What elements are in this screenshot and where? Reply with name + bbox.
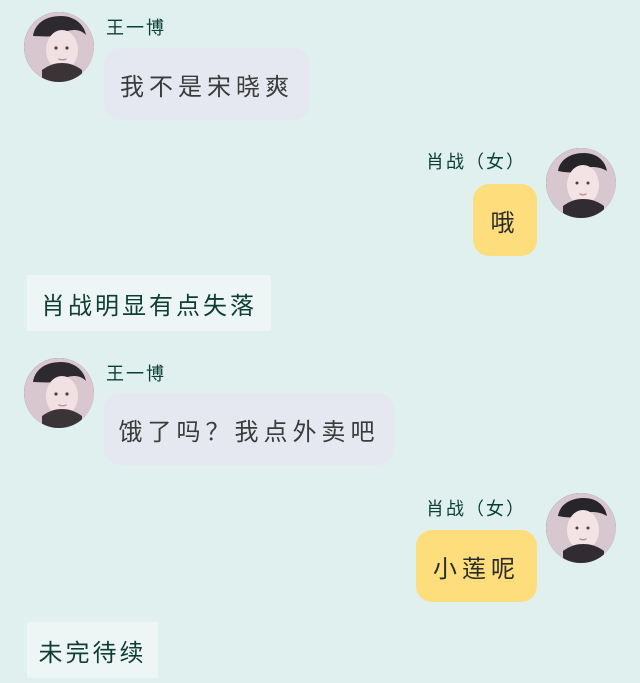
portrait-icon [546,148,616,218]
message-row: 王一博 我不是宋晓爽 [0,0,640,140]
message-row: 肖战（女） 哦 [0,140,640,265]
avatar[interactable] [546,493,616,563]
message-bubble[interactable]: 小莲呢 [416,530,537,602]
portrait-icon [546,493,616,563]
message-bubble[interactable]: 饿了吗？我点外卖吧 [104,393,394,465]
narration-card: 未完待续 [27,622,158,678]
message-bubble[interactable]: 我不是宋晓爽 [104,48,310,120]
portrait-icon [24,358,94,428]
narration-card: 肖战明显有点失落 [27,275,271,331]
sender-name: 王一博 [106,364,166,385]
avatar[interactable] [24,12,94,82]
sender-name: 王一博 [106,18,166,39]
sender-name: 肖战（女） [426,499,526,520]
message-bubble[interactable]: 哦 [473,184,537,256]
avatar[interactable] [24,358,94,428]
message-row: 王一博 饿了吗？我点外卖吧 [0,350,640,475]
message-row: 肖战（女） 小莲呢 [0,485,640,610]
avatar[interactable] [546,148,616,218]
portrait-icon [24,12,94,82]
sender-name: 肖战（女） [426,152,526,173]
